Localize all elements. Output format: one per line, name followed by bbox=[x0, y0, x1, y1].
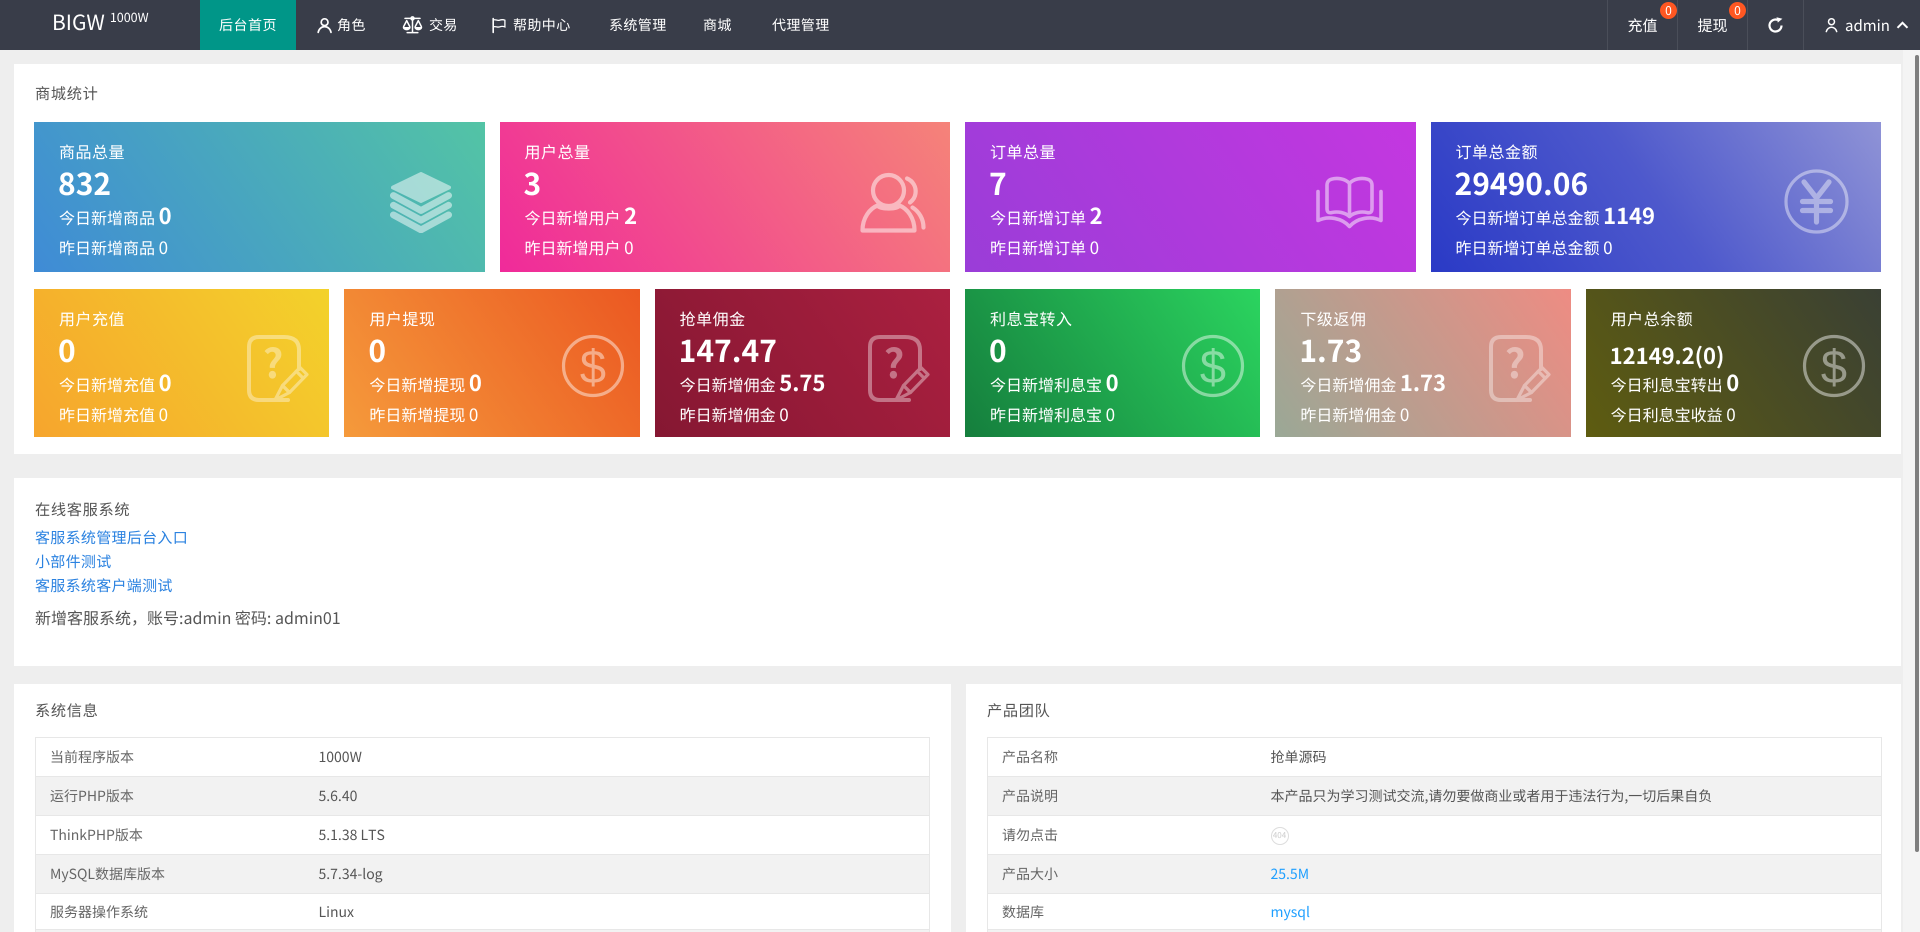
svg-text:?: ? bbox=[263, 334, 284, 390]
svg-text:$: $ bbox=[1821, 340, 1847, 393]
svg-text:$: $ bbox=[580, 340, 606, 393]
svg-text:$: $ bbox=[1200, 340, 1226, 393]
svg-text:?: ? bbox=[1504, 334, 1525, 390]
svg-text:?: ? bbox=[884, 334, 905, 390]
